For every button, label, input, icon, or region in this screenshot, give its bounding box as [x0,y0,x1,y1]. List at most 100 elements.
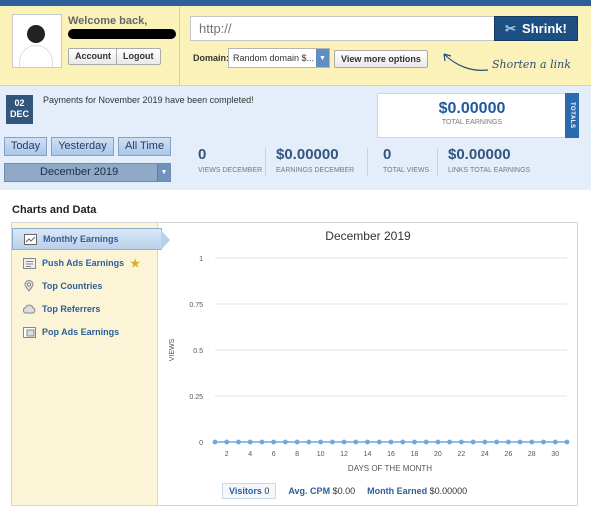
all-time-button[interactable]: All Time [118,137,171,156]
data-point [271,439,277,445]
shrink-label: Shrink! [522,21,567,36]
stat-value: $0.00000 [448,146,511,163]
x-tick-label: 18 [411,451,419,458]
data-point [318,439,323,445]
total-earnings-label: TOTAL EARNINGS [441,119,503,126]
sidebar-item-push-ads-earnings[interactable]: Push Ads Earnings ★ [12,252,158,274]
data-point [341,439,347,445]
domain-select[interactable]: Random domain $... ▼ [228,48,330,68]
stat-links-total-earnings: $0.00000 LINKS TOTAL EARNINGS [448,146,530,174]
stat-value: 0 [198,146,207,163]
date-month: DEC [9,109,29,119]
x-tick-label: 26 [504,451,512,458]
newspaper-icon [22,257,36,269]
view-more-options-button[interactable]: View more options [334,50,428,68]
visitors-pill[interactable]: Visitors 0 [222,483,277,499]
data-point [353,439,359,445]
month-select[interactable]: December 2019 ▼ [4,163,171,182]
data-point [517,439,523,445]
y-tick-label: 0.75 [189,302,203,309]
total-earnings-value: $0.00000 [438,100,506,117]
avatar-body [19,45,53,67]
welcome-text: Welcome back, [68,15,148,27]
y-tick-label: 0.5 [193,348,203,355]
data-point [388,439,394,445]
data-point [247,439,253,445]
avatar-head [27,25,45,43]
divider [265,148,266,176]
y-tick-label: 0.25 [189,394,203,401]
payment-notice: Payments for November 2019 have been com… [43,95,254,105]
today-button[interactable]: Today [4,137,47,156]
sidebar-item-pop-ads-earnings[interactable]: Pop Ads Earnings [12,321,158,343]
map-pin-icon [22,280,36,292]
stats-band: 02 DEC Payments for November 2019 have b… [0,86,591,190]
data-point [365,439,370,445]
divider [437,148,438,176]
visitors-value: 0 [264,486,270,496]
data-point [494,439,499,445]
monthly-earnings-chart: December 201900.250.50.7512 4 6 8 10 12 14 16 18… [169,229,570,473]
chart-area: December 2019 0 0.25 0.5 0.75 1 2 4 6 8 10 12 14 16 18… [160,223,577,505]
date-badge: 02 DEC [6,95,33,124]
data-point [283,439,288,445]
date-day: 02 [14,98,25,108]
account-button[interactable]: Account [68,48,118,65]
x-axis-label: DAYS OF THE MONTH [348,464,432,473]
stat-views-month: 0 VIEWS DECEMBER [198,146,262,174]
x-tick-label: 10 [317,451,325,458]
month-earned-label: Month Earned [367,486,428,496]
charts-section-title: Charts and Data [12,204,97,216]
stat-label: TOTAL VIEWS [383,167,430,174]
x-tick-label: 16 [387,451,395,458]
charts-panel: Monthly Earnings Push Ads Earnings ★ Top… [11,222,578,506]
x-tick-label: 14 [364,451,372,458]
scissors-icon: ✂ [505,20,517,36]
sidebar-item-label: Push Ads Earnings [42,258,125,268]
x-tick-label: 28 [528,451,536,458]
sidebar-item-top-referrers[interactable]: Top Referrers [12,298,158,320]
stat-label: EARNINGS DECEMBER [276,167,355,174]
url-input[interactable] [190,16,495,41]
domain-label: Domain: [193,53,229,63]
stat-label: LINKS TOTAL EARNINGS [448,167,531,174]
avatar [12,14,62,68]
month-earned-value: $0.00000 [429,486,468,496]
x-tick-label: 2 [225,451,229,458]
data-point [470,439,476,445]
data-point [541,439,546,445]
stat-earnings-month: $0.00000 EARNINGS DECEMBER [276,146,354,174]
logout-button[interactable]: Logout [116,48,161,65]
data-point [435,439,441,445]
charts-sidebar: Monthly Earnings Push Ads Earnings ★ Top… [12,223,170,505]
data-point [376,439,382,445]
y-axis-label: VIEWS [169,338,176,361]
x-tick-label: 20 [434,451,442,458]
cloud-icon [22,303,36,315]
chart-icon [23,233,37,245]
y-tick-label: 1 [199,256,203,263]
stat-total-views: 0 TOTAL VIEWS [383,146,429,174]
data-point [224,439,230,445]
sidebar-item-top-countries[interactable]: Top Countries [12,275,158,297]
chart-legend: Visitors 0 Avg. CPM $0.00 Month Earned $… [222,483,467,499]
sidebar-item-monthly-earnings[interactable]: Monthly Earnings [12,228,170,250]
x-tick-label: 30 [551,451,559,458]
domain-value: Random domain $... [233,53,315,63]
x-tick-label: 6 [272,451,276,458]
stat-value: $0.00000 [276,146,339,163]
data-point [459,439,464,445]
yesterday-button[interactable]: Yesterday [51,137,114,156]
totals-tab[interactable]: TOTALS [565,93,579,138]
data-point [505,439,511,445]
data-point [564,439,570,445]
shorten-hint-text: Shorten a link [492,58,571,71]
stat-value: 0 [383,146,392,163]
month-earned: Month Earned $0.00000 [367,486,467,496]
shrink-button[interactable]: ✂ Shrink! [494,16,578,41]
data-point [412,439,417,445]
header: Welcome back, Account Logout ✂ Shrink! D… [0,6,591,86]
sidebar-item-label: Pop Ads Earnings [42,327,120,337]
data-point [306,439,312,445]
sidebar-item-label: Top Countries [42,281,103,291]
